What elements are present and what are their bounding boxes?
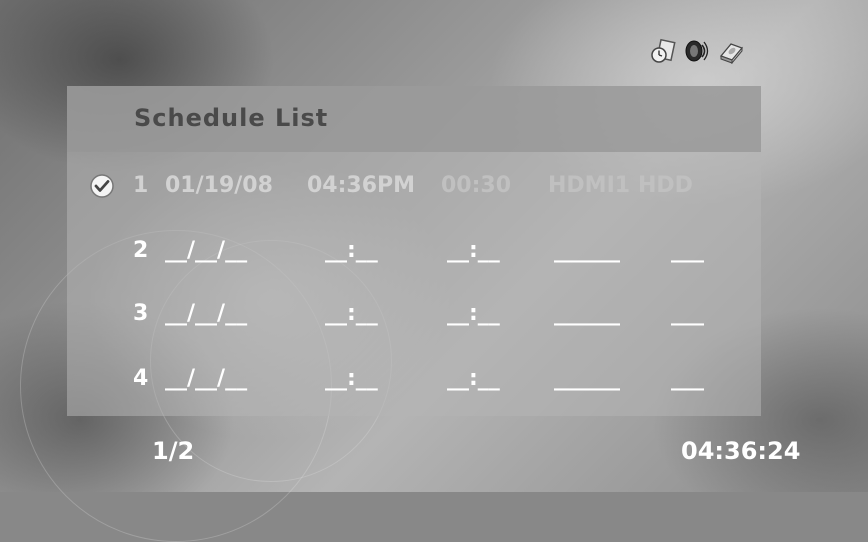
time-field: 04:36PM [307, 173, 416, 198]
checkmark-icon [90, 174, 114, 198]
clock: 04:36:24 [681, 437, 801, 465]
duration-field[interactable]: __:__ [447, 301, 500, 326]
time-field[interactable]: __:__ [325, 301, 378, 326]
schedule-row-1[interactable]: 1 01/19/08 04:36PM 00:30 HDMI1 HDD [67, 161, 761, 211]
schedule-row-4[interactable]: 4 __/__/__ __:__ __:__ ______ ___ [67, 354, 761, 404]
duration-field[interactable]: __:__ [447, 238, 500, 263]
disk-icon [719, 43, 744, 64]
row-number: 3 [133, 301, 149, 326]
date-field[interactable]: __/__/__ [165, 366, 247, 391]
source-field[interactable]: ______ [554, 238, 620, 263]
time-field[interactable]: __:__ [325, 238, 378, 263]
duration-field[interactable]: __:__ [447, 366, 500, 391]
source-field[interactable]: ______ [554, 366, 620, 391]
row-number: 1 [133, 173, 149, 198]
title-bar: Schedule List [67, 86, 761, 152]
date-field[interactable]: __/__/__ [165, 301, 247, 326]
target-field[interactable]: ___ [671, 238, 704, 263]
status-icons [650, 38, 744, 64]
target-field: HDD [638, 173, 693, 198]
source-field: HDMI1 [548, 173, 631, 198]
target-field[interactable]: ___ [671, 301, 704, 326]
page-title: Schedule List [134, 104, 329, 132]
time-field[interactable]: __:__ [325, 366, 378, 391]
row-number: 2 [133, 238, 149, 263]
page-indicator: 1/2 [152, 437, 195, 465]
schedule-list-panel: Schedule List 1 01/19/08 04:36PM 00:30 H… [67, 86, 761, 416]
row-number: 4 [133, 366, 149, 391]
target-field[interactable]: ___ [671, 366, 704, 391]
speaker-icon [685, 40, 709, 62]
timer-icon [651, 38, 676, 63]
date-field: 01/19/08 [165, 173, 273, 198]
schedule-row-3[interactable]: 3 __/__/__ __:__ __:__ ______ ___ [67, 289, 761, 339]
duration-field: 00:30 [441, 173, 512, 198]
schedule-row-2[interactable]: 2 __/__/__ __:__ __:__ ______ ___ [67, 226, 761, 276]
source-field[interactable]: ______ [554, 301, 620, 326]
date-field[interactable]: __/__/__ [165, 238, 247, 263]
